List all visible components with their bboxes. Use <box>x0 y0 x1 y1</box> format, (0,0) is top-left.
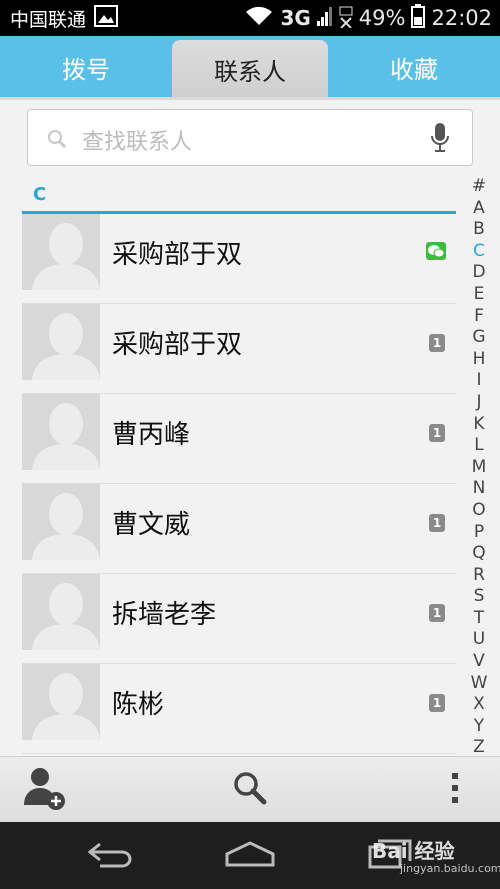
avatar[interactable] <box>22 574 100 650</box>
contact-row[interactable]: 曹文威 1 <box>22 484 456 574</box>
back-icon <box>86 840 134 872</box>
contact-name: 拆墙老李 <box>112 600 217 630</box>
alpha-index-letter[interactable]: N <box>466 478 492 500</box>
avatar[interactable] <box>22 214 100 290</box>
search-button[interactable] <box>215 757 285 823</box>
wechat-icon <box>426 242 446 260</box>
image-notification-icon <box>94 5 119 31</box>
alpha-index-letter[interactable]: Y <box>466 716 492 738</box>
alpha-index-letter[interactable]: U <box>466 629 492 651</box>
alpha-index-letter[interactable]: F <box>466 306 492 328</box>
contact-name: 采购部于双 <box>112 240 243 270</box>
baidu-watermark-url: jingyan.baidu.com <box>400 862 500 875</box>
avatar[interactable] <box>22 394 100 470</box>
alpha-index-letter[interactable]: P <box>466 522 492 544</box>
search-icon <box>231 769 269 811</box>
alpha-index-letter[interactable]: D <box>466 262 492 284</box>
contact-name: 曹丙峰 <box>112 420 191 450</box>
sim-badge-icon: 1 <box>429 424 445 442</box>
overflow-menu-button[interactable] <box>435 757 475 823</box>
contact-row[interactable]: 陈彬 1 <box>22 664 456 754</box>
alpha-index-letter[interactable]: O <box>466 500 492 522</box>
search-input[interactable]: 查找联系人 <box>27 109 473 166</box>
microphone-icon[interactable] <box>430 122 450 158</box>
alpha-index-letter[interactable]: # <box>466 176 492 198</box>
alpha-index-letter[interactable]: K <box>466 414 492 436</box>
search-placeholder: 查找联系人 <box>82 130 193 155</box>
signal-icon-sim1 <box>316 5 333 31</box>
alpha-index-letter[interactable]: I <box>466 370 492 392</box>
sim-badge-icon: 1 <box>429 694 445 712</box>
alpha-index-letter[interactable]: L <box>466 435 492 457</box>
wifi-icon <box>244 5 274 31</box>
alpha-index-letter[interactable]: M <box>466 457 492 479</box>
alpha-index-letter[interactable]: W <box>466 673 492 695</box>
more-vertical-icon <box>450 772 460 808</box>
contact-name: 曹文威 <box>112 510 191 540</box>
alphabet-index[interactable]: # A B C D E F G H I J K L M N O P Q R S … <box>466 176 492 759</box>
search-icon <box>46 128 68 154</box>
section-header-letter: C <box>33 184 47 205</box>
alpha-index-letter-active[interactable]: C <box>466 241 492 263</box>
contact-row[interactable]: 拆墙老李 1 <box>22 574 456 664</box>
sim-badge-icon: 1 <box>429 604 445 622</box>
avatar[interactable] <box>22 484 100 560</box>
network-type: 3G <box>280 6 311 30</box>
contact-row[interactable]: 曹丙峰 1 <box>22 394 456 484</box>
signal-icon-sim2 <box>339 6 353 31</box>
tab-favorites[interactable]: 收藏 <box>328 36 500 98</box>
alpha-index-letter[interactable]: R <box>466 565 492 587</box>
status-bar: 中国联通 3G 49% 22:02 <box>0 0 500 36</box>
alpha-index-letter[interactable]: A <box>466 198 492 220</box>
tab-contacts[interactable]: 联系人 <box>172 40 328 98</box>
add-contact-icon <box>22 765 68 815</box>
contact-row[interactable]: 采购部于双 1 <box>22 304 456 394</box>
battery-percent: 49% <box>358 6 406 30</box>
alpha-index-letter[interactable]: H <box>466 349 492 371</box>
add-contact-button[interactable] <box>10 757 80 823</box>
battery-icon <box>411 4 426 32</box>
home-icon <box>224 840 276 872</box>
baidu-watermark-logo: Bai 经验 <box>372 839 455 863</box>
alpha-index-letter[interactable]: S <box>466 586 492 608</box>
tab-divider <box>0 97 500 100</box>
clock: 22:02 <box>431 6 492 30</box>
tab-dial[interactable]: 拨号 <box>0 36 172 98</box>
contact-name: 陈彬 <box>112 690 165 720</box>
alpha-index-letter[interactable]: G <box>466 327 492 349</box>
contact-name: 采购部于双 <box>112 330 243 360</box>
sim-badge-icon: 1 <box>429 334 445 352</box>
avatar[interactable] <box>22 664 100 740</box>
tab-bar: 拨号 联系人 收藏 <box>0 36 500 98</box>
back-button[interactable] <box>75 822 145 889</box>
sim-badge-icon: 1 <box>429 514 445 532</box>
alpha-index-letter[interactable]: J <box>466 392 492 414</box>
alpha-index-letter[interactable]: X <box>466 694 492 716</box>
alpha-index-letter[interactable]: B <box>466 219 492 241</box>
alpha-index-letter[interactable]: T <box>466 608 492 630</box>
alpha-index-letter[interactable]: E <box>466 284 492 306</box>
contact-list[interactable]: 采购部于双 采购部于双 1 曹丙峰 1 曹文威 1 拆墙老李 1 陈彬 1 <box>22 214 456 756</box>
bottom-toolbar <box>0 756 500 822</box>
contact-row[interactable]: 采购部于双 <box>22 214 456 304</box>
avatar[interactable] <box>22 304 100 380</box>
alpha-index-letter[interactable]: Q <box>466 543 492 565</box>
alpha-index-letter[interactable]: V <box>466 651 492 673</box>
carrier-name: 中国联通 <box>10 8 87 31</box>
home-button[interactable] <box>215 822 285 889</box>
